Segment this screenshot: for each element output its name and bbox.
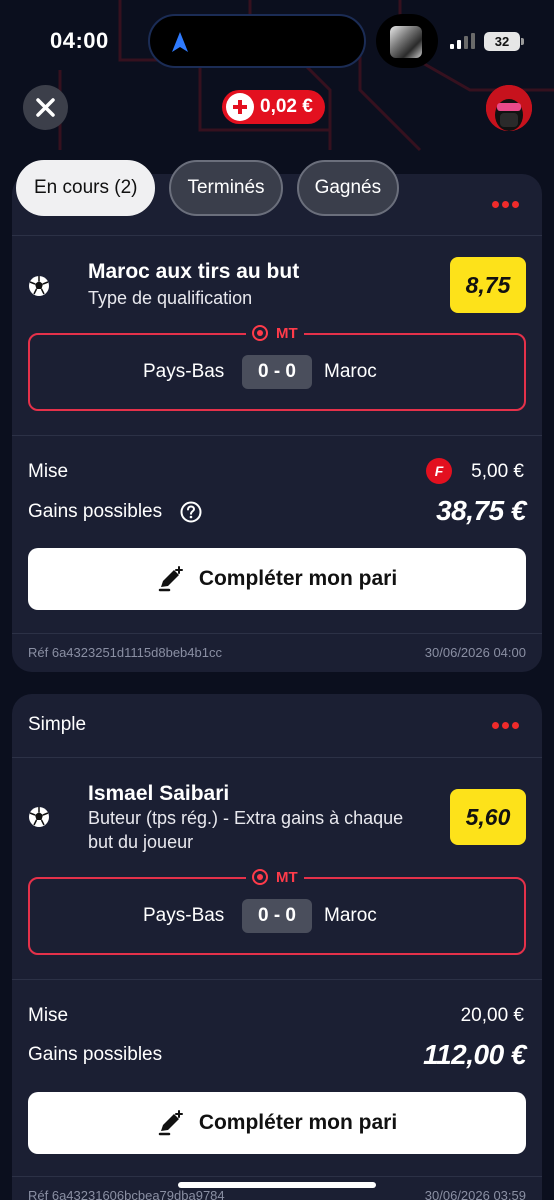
tab-gagnes[interactable]: Gagnés (296, 160, 400, 216)
stake-label: Mise (28, 461, 69, 482)
tab-termines[interactable]: Terminés (169, 160, 283, 216)
avatar[interactable] (486, 85, 532, 131)
match-status-label: MT (276, 324, 298, 342)
pencil-icon (158, 566, 183, 592)
more-options-button[interactable] (492, 201, 520, 209)
bet-datetime: 30/06/2026 04:00 (424, 645, 526, 660)
navigation-arrow-icon (172, 32, 188, 52)
battery-indicator: 32 (484, 32, 524, 51)
complete-bet-button[interactable]: Compléter mon pari (28, 548, 526, 610)
gains-value: 38,75 € (436, 495, 526, 526)
question-mark-icon[interactable] (180, 501, 202, 523)
tab-en-cours[interactable]: En cours (2) (16, 160, 156, 216)
bet-type-label: Simple (28, 714, 87, 735)
complete-bet-button[interactable]: Compléter mon pari (28, 1092, 526, 1154)
bet-datetime: 30/06/2026 03:59 (424, 1188, 526, 1200)
plus-icon (226, 93, 254, 121)
stake-value: 20,00 € (460, 1005, 524, 1026)
gains-value: 112,00 € (423, 1039, 526, 1070)
complete-bet-label: Compléter mon pari (198, 1111, 398, 1134)
bet-reference: Réf 6a4323251d1115d8beb4b1cc (28, 645, 222, 660)
home-team: Pays-Bas (143, 905, 225, 926)
gains-label: Gains possibles (28, 1044, 163, 1065)
stake-label: Mise (28, 1005, 69, 1026)
dynamic-island (148, 14, 366, 68)
bet-reference: Réf 6a43231606bcbea79dba9784 (28, 1188, 225, 1200)
match-status-label: MT (276, 868, 298, 886)
soccer-ball-icon (29, 276, 49, 296)
divider (12, 1176, 542, 1177)
away-team: Maroc (324, 905, 377, 926)
more-options-button[interactable] (492, 722, 520, 730)
status-bar-time: 04:00 (50, 28, 109, 53)
bet-status-tabs: En cours (2) Terminés Gagnés (16, 160, 400, 216)
close-button[interactable] (23, 85, 68, 130)
selection-title: Maroc aux tirs au but (88, 260, 300, 283)
match-status: MT (246, 866, 304, 888)
selection-subtitle: Type de qualification (88, 288, 253, 308)
gains-label: Gains possibles (28, 501, 163, 522)
close-icon (36, 98, 55, 117)
home-indicator[interactable] (178, 1182, 376, 1188)
odds-badge: 8,75 (450, 257, 526, 313)
cellular-signal-icon (450, 33, 475, 49)
divider (12, 979, 542, 980)
live-indicator-icon (252, 869, 268, 885)
complete-bet-label: Compléter mon pari (198, 567, 398, 590)
soccer-ball-icon (29, 807, 49, 827)
pencil-icon (158, 1110, 183, 1136)
stake-value: 5,00 € (471, 461, 524, 482)
home-team: Pays-Bas (143, 361, 225, 382)
divider (12, 435, 542, 436)
now-playing-thumbnail (376, 14, 438, 68)
divider (12, 235, 542, 236)
divider (12, 633, 542, 634)
selection-title: Ismael Saibari (88, 782, 230, 805)
match-score: 0 - 0 (242, 355, 312, 389)
balance-badge[interactable]: 0,02 € (222, 90, 325, 124)
freebet-badge: F (426, 458, 452, 484)
avatar-image (486, 85, 532, 131)
match-status: MT (246, 322, 304, 344)
selection-subtitle: Buteur (tps rég.) - Extra gains à chaque… (88, 808, 404, 852)
balance-amount: 0,02 € (260, 96, 313, 117)
divider (12, 757, 542, 758)
odds-badge: 5,60 (450, 789, 526, 845)
away-team: Maroc (324, 361, 377, 382)
live-indicator-icon (252, 325, 268, 341)
match-score: 0 - 0 (242, 899, 312, 933)
